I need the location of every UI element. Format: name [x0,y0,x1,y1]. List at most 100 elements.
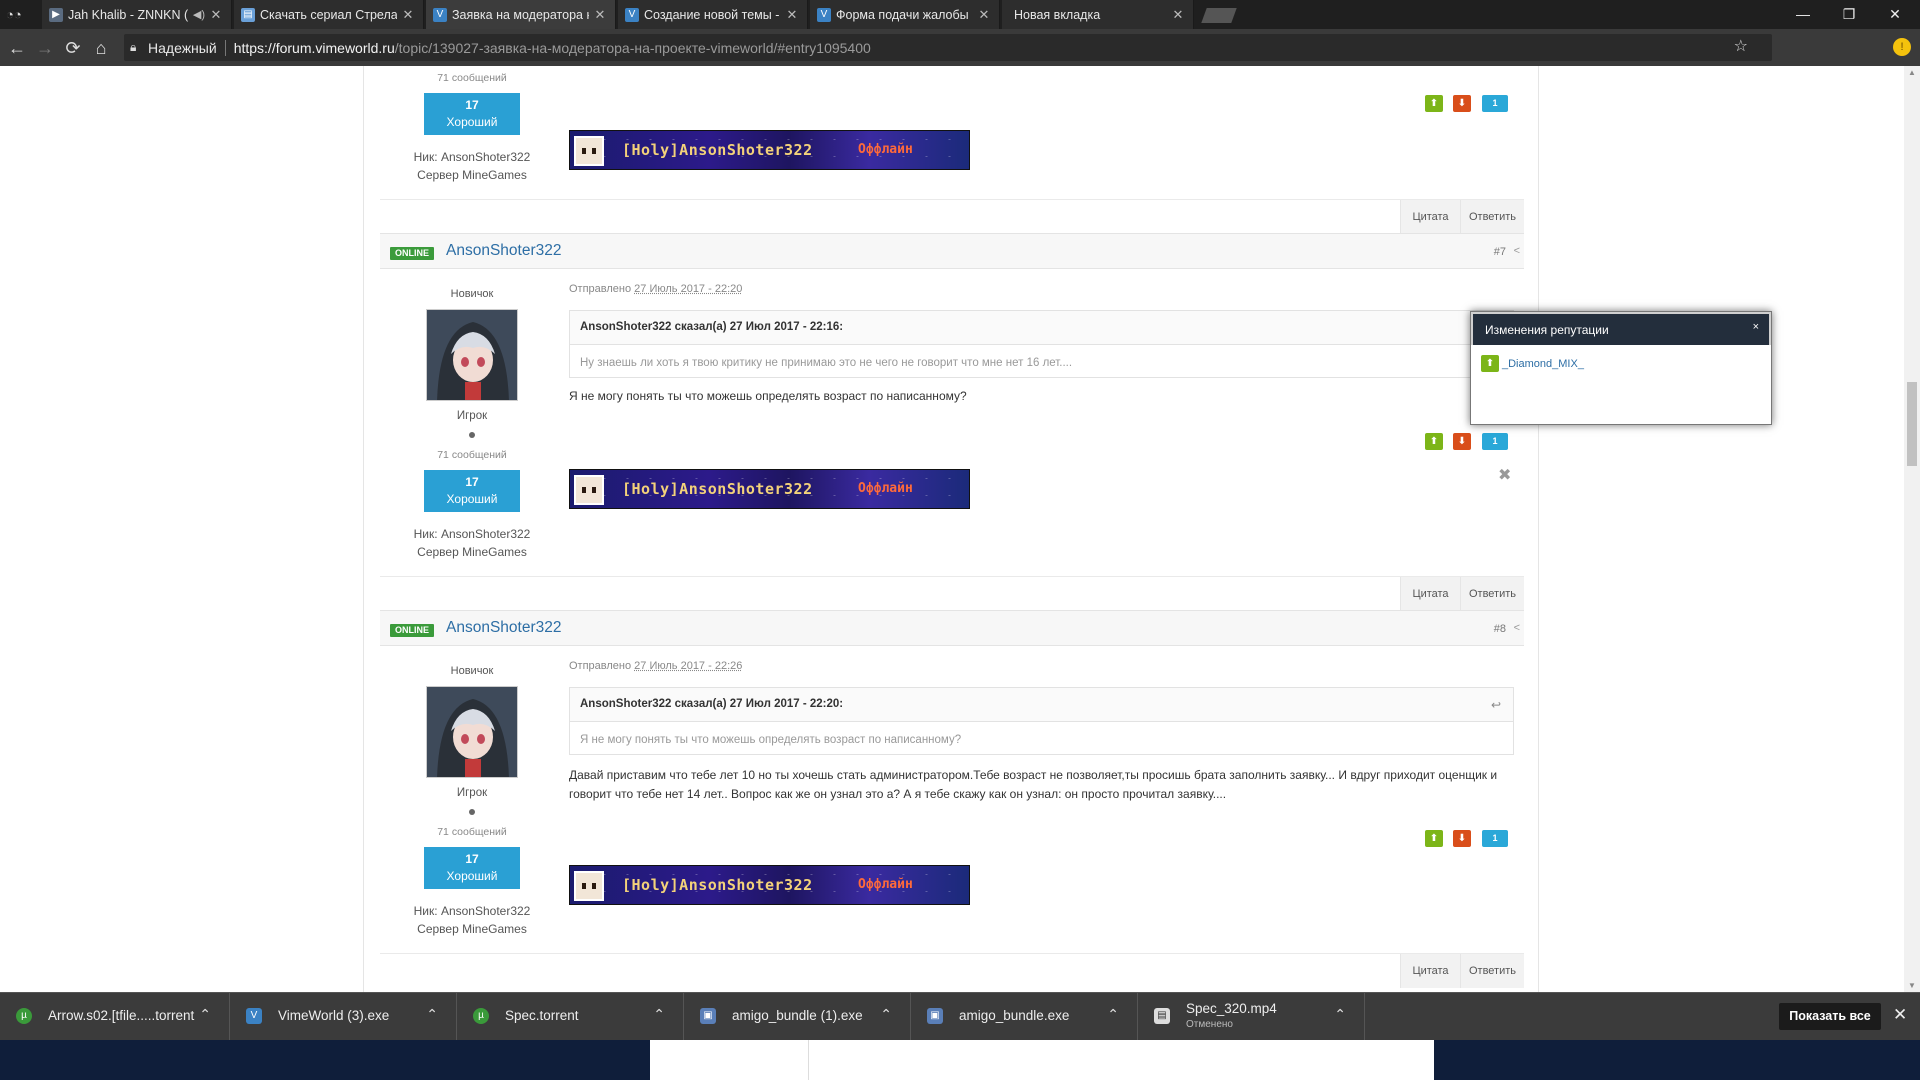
share-icon[interactable]: < [1514,622,1520,634]
vote-count[interactable]: 1 [1482,830,1508,847]
download-status: Отменено [1186,1019,1233,1030]
author-link[interactable]: AnsonShoter322 [446,619,561,637]
chevron-up-icon[interactable]: ⌃ [199,1006,211,1023]
banner-name: [Holy]AnsonShoter322 [622,876,813,894]
post-footer: Цитата Ответить [380,199,1524,234]
chevron-up-icon[interactable]: ⌃ [1107,1006,1119,1023]
scroll-down-icon[interactable]: ▼ [1908,981,1916,990]
nick-line: Ник: AnsonShoter322 [382,527,562,541]
vote-up-button[interactable]: ⬆ [1425,830,1443,847]
speaker-icon[interactable]: ◀) [193,8,205,21]
reputation-badge[interactable]: 17 Хороший [424,93,520,135]
desktop-background [0,1040,1920,1080]
reply-button[interactable]: Ответить [1460,577,1524,611]
page-scrollbar[interactable]: ▲ ▼ [1904,66,1920,992]
bookmark-star-icon[interactable]: ☆ [1734,36,1748,56]
reputation-value: 17 [465,98,479,112]
close-icon[interactable]: ✕ [1171,7,1185,23]
new-tab-button[interactable] [1201,8,1237,23]
close-icon[interactable]: ✕ [977,7,991,23]
posted-label: Отправлено [569,660,632,672]
home-icon[interactable]: ⌂ [90,37,112,59]
post-text: Давай приставим что тебе лет 10 но ты хо… [569,766,1519,804]
tab-5[interactable]: V Форма подачи жалобы ✕ [810,0,1000,29]
close-icon[interactable]: ✕ [785,7,799,23]
quote-button[interactable]: Цитата [1400,577,1460,611]
scrollbar-thumb[interactable] [1907,382,1917,466]
download-item[interactable]: µ Spec.torrent ⌃ [457,993,684,1041]
tab-2[interactable]: ▤ Скачать сериал Стрела ✕ [234,0,424,29]
tab-6[interactable]: Новая вкладка ✕ [1002,0,1194,29]
torrent-icon: µ [16,1008,32,1024]
quote-jump-icon[interactable]: ↩ [1491,698,1501,712]
reputation-value: 17 [465,475,479,489]
author-link[interactable]: AnsonShoter322 [446,242,561,260]
quote-block: AnsonShoter322 сказал(а) 27 Июл 2017 - 2… [569,687,1514,755]
back-icon[interactable]: ← [6,37,28,59]
signature-banner: [Holy]AnsonShoter322 Оффлайн [569,865,970,905]
quote-button[interactable]: Цитата [1400,200,1460,234]
url-path: /topic/139027-заявка-на-модератора-на-пр… [394,39,871,56]
download-item[interactable]: ▤ Spec_320.mp4 Отменено ⌃ [1138,993,1365,1041]
reply-button[interactable]: Ответить [1460,954,1524,988]
close-icon[interactable]: ✕ [401,7,415,23]
download-item[interactable]: ▣ amigo_bundle.exe ⌃ [911,993,1138,1041]
restore-button[interactable]: ❐ [1826,0,1872,29]
reputation-user-link[interactable]: _Diamond_MIX_ [1502,358,1584,370]
posted-timestamp[interactable]: 27 Июль 2017 - 22:26 [634,660,742,672]
avatar-image [427,687,517,777]
server-line: Сервер MineGames [382,922,562,936]
avatar[interactable] [426,686,518,778]
vote-down-button[interactable]: ⬇ [1453,433,1471,450]
quote-button[interactable]: Цитата [1400,954,1460,988]
avatar[interactable] [426,309,518,401]
extension-icon[interactable]: ! [1893,38,1911,56]
chevron-up-icon[interactable]: ⌃ [880,1006,892,1023]
tab-3[interactable]: V Заявка на модератора н ✕ [426,0,616,29]
reputation-badge[interactable]: 17 Хороший [424,847,520,889]
download-name: Arrow.s02.[tfile.....torrent [48,1008,195,1023]
server-label: Сервер [417,168,459,182]
popup-close-button[interactable]: × [1753,321,1759,333]
posted-timestamp[interactable]: 27 Июль 2017 - 22:20 [634,283,742,295]
download-item[interactable]: ▣ amigo_bundle (1).exe ⌃ [684,993,911,1041]
download-item[interactable]: V VimeWorld (3).exe ⌃ [230,993,457,1041]
vote-up-button[interactable]: ⬆ [1425,433,1443,450]
signature-banner: [Holy]AnsonShoter322 Оффлайн [569,130,970,170]
download-name: VimeWorld (3).exe [278,1008,390,1023]
reply-button[interactable]: Ответить [1460,200,1524,234]
scroll-up-icon[interactable]: ▲ [1908,68,1916,77]
show-all-downloads-button[interactable]: Показать все [1779,1003,1881,1030]
close-shelf-icon[interactable]: ✕ [1893,1005,1907,1025]
reputation-label: Хороший [446,869,498,883]
chevron-up-icon[interactable]: ⌃ [653,1006,665,1023]
tab-1[interactable]: ▶ Jah Khalib - ZNNKN ( ◀) ✕ [42,0,232,29]
close-window-button[interactable]: ✕ [1872,0,1918,29]
address-bar[interactable]: 🔒︎ Надежный https://forum.vimeworld.ru /… [124,34,1772,61]
banner-name: [Holy]AnsonShoter322 [622,141,813,159]
reload-icon[interactable]: ⟳ [62,37,84,59]
chevron-up-icon[interactable]: ⌃ [426,1006,438,1023]
post-number[interactable]: #8 [1494,623,1506,635]
vote-up-button[interactable]: ⬆ [1425,95,1443,112]
vote-down-button[interactable]: ⬇ [1453,95,1471,112]
close-icon[interactable]: ✕ [593,7,607,23]
download-item[interactable]: µ Arrow.s02.[tfile.....torrent ⌃ [0,993,230,1041]
vote-down-button[interactable]: ⬇ [1453,830,1471,847]
vimeworld-icon: V [433,8,447,22]
user-rank: Новичок [450,665,494,677]
close-icon[interactable]: ✕ [209,7,223,23]
chevron-up-icon[interactable]: ⌃ [1334,1006,1346,1023]
vote-count[interactable]: 1 [1482,433,1508,450]
forward-icon[interactable]: → [34,37,56,59]
file-icon: ▤ [1154,1008,1170,1024]
online-badge: ONLINE [390,247,435,260]
post-number[interactable]: #7 [1494,246,1506,258]
tab-4[interactable]: V Создание новой темы - ✕ [618,0,808,29]
vote-count[interactable]: 1 [1482,95,1508,112]
status-dot [469,432,475,438]
share-icon[interactable]: < [1514,245,1520,257]
close-icon[interactable]: ✖ [1498,465,1511,485]
reputation-badge[interactable]: 17 Хороший [424,470,520,512]
minimize-button[interactable]: — [1780,0,1826,29]
